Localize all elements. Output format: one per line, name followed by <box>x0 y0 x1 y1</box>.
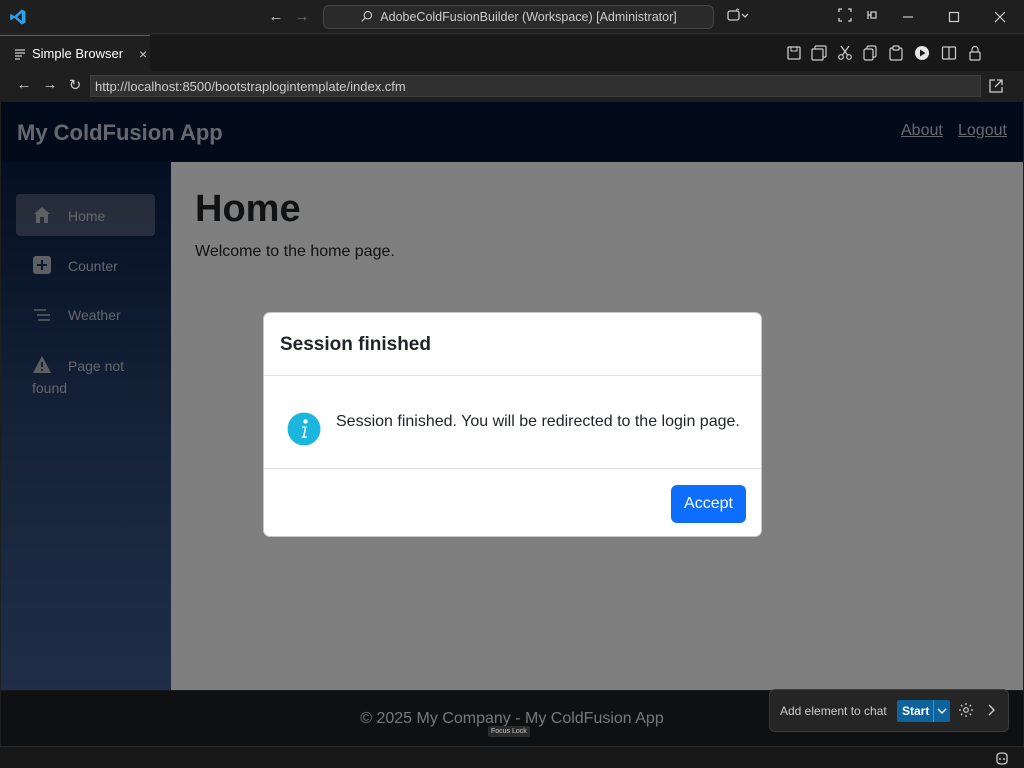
browser-back-icon[interactable]: ← <box>14 76 34 93</box>
close-icon[interactable] <box>977 0 1023 34</box>
chevron-right-icon[interactable] <box>987 702 997 718</box>
start-button[interactable]: Start <box>897 700 950 722</box>
modal-body: Session finished. You will be redirected… <box>264 376 761 468</box>
copilot-icon[interactable] <box>727 8 749 27</box>
add-to-chat-widget: Add element to chat Start <box>769 689 1009 732</box>
vscode-logo[interactable] <box>9 8 27 26</box>
run-icon[interactable] <box>913 45 931 61</box>
pin-icon[interactable] <box>861 8 883 25</box>
modal-footer: Accept <box>264 468 761 538</box>
modal-title: Session finished <box>280 334 431 355</box>
command-center[interactable]: AdobeColdFusionBuilder (Workspace) [Admi… <box>323 5 714 29</box>
layout-icon[interactable] <box>834 8 856 25</box>
browser-address-bar: ← → ↻ <box>0 71 1024 102</box>
web-page: My ColdFusion App About Logout Home Coun… <box>1 102 1023 746</box>
focus-lock-badge: Focus Lock <box>488 726 530 737</box>
browser-forward-icon[interactable]: → <box>40 76 60 93</box>
reload-icon[interactable]: ↻ <box>65 76 85 94</box>
window-title: AdobeColdFusionBuilder (Workspace) [Admi… <box>380 10 677 24</box>
tab-label: Simple Browser <box>32 46 124 61</box>
save-all-icon[interactable] <box>810 45 828 61</box>
tab-close-icon[interactable]: × <box>139 46 147 62</box>
copy-icon[interactable] <box>861 45 879 61</box>
cut-icon[interactable] <box>836 45 854 61</box>
gear-icon[interactable] <box>958 702 974 718</box>
start-label: Start <box>902 704 930 718</box>
preview-icon <box>15 48 25 60</box>
chat-widget-label: Add element to chat <box>780 704 887 718</box>
modal-header: Session finished <box>264 313 761 376</box>
paste-icon[interactable] <box>887 45 905 61</box>
save-icon[interactable] <box>785 45 803 61</box>
editor-tab-bar: Simple Browser × <box>0 35 1024 71</box>
back-arrow-icon[interactable]: ← <box>266 8 286 25</box>
split-editor-icon[interactable] <box>940 45 958 61</box>
session-modal: Session finished Session finished. You w… <box>263 312 762 537</box>
title-bar: ← → AdobeColdFusionBuilder (Workspace) [… <box>0 0 1024 34</box>
open-external-icon[interactable] <box>988 78 1004 94</box>
info-icon <box>287 412 321 446</box>
search-icon <box>361 11 373 22</box>
lock-icon[interactable] <box>966 45 984 61</box>
url-input[interactable] <box>90 75 981 97</box>
modal-message: Session finished. You will be redirected… <box>336 413 740 430</box>
start-dropdown-icon[interactable] <box>933 700 950 722</box>
copilot-status-icon[interactable] <box>994 750 1010 766</box>
forward-arrow-icon[interactable]: → <box>292 8 312 25</box>
maximize-icon[interactable] <box>931 0 977 34</box>
minimize-icon[interactable] <box>885 0 931 34</box>
accept-button[interactable]: Accept <box>671 485 746 523</box>
status-bar <box>0 746 1024 768</box>
tab-simple-browser[interactable]: Simple Browser × <box>0 35 150 71</box>
